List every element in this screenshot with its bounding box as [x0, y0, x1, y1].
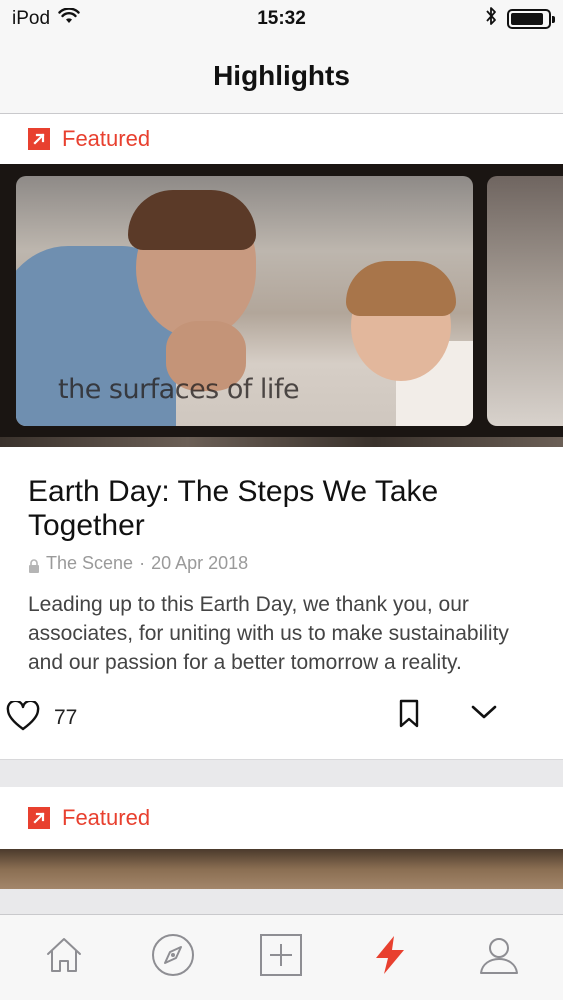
- status-bar: iPod 15:32: [0, 0, 563, 38]
- highlights-feed[interactable]: Featured the surfaces of life Earth Day:…: [0, 114, 563, 914]
- carrier-label: iPod: [12, 8, 51, 29]
- like-count: 77: [54, 706, 78, 729]
- tab-highlights[interactable]: [360, 928, 420, 988]
- arrow-up-right-icon: [28, 807, 50, 829]
- bluetooth-icon: [485, 6, 497, 32]
- featured-badge: Featured: [0, 114, 563, 164]
- lightning-icon: [372, 934, 408, 981]
- compass-icon: [150, 932, 196, 983]
- profile-icon: [478, 934, 520, 981]
- article-hero-image[interactable]: [0, 849, 563, 889]
- article-card[interactable]: Featured: [0, 787, 563, 889]
- meta-separator: ·: [139, 553, 146, 573]
- lock-icon: [28, 557, 40, 573]
- article-card[interactable]: Featured the surfaces of life Earth Day:…: [0, 114, 563, 759]
- article-body: Earth Day: The Steps We Take Together Th…: [0, 447, 563, 677]
- hero-caption: the surfaces of life: [58, 374, 300, 405]
- home-icon: [44, 935, 84, 980]
- article-excerpt: Leading up to this Earth Day, we thank y…: [28, 593, 509, 674]
- article-title[interactable]: Earth Day: The Steps We Take Together: [28, 475, 535, 543]
- tab-bar: [0, 914, 563, 1000]
- wifi-icon: [58, 7, 80, 30]
- article-actions: 77: [0, 677, 563, 759]
- tab-home[interactable]: [34, 928, 94, 988]
- article-meta: The Scene · 20 Apr 2018: [28, 553, 535, 574]
- featured-badge: Featured: [0, 787, 563, 849]
- battery-fill: [511, 13, 544, 25]
- bookmark-button[interactable]: [398, 699, 420, 734]
- status-left: iPod: [12, 7, 80, 30]
- card-separator: [0, 759, 563, 787]
- navigation-bar: Highlights: [0, 38, 563, 114]
- arrow-up-right-icon: [28, 128, 50, 150]
- hero-photo-next: [487, 176, 563, 426]
- chevron-down-icon: [470, 705, 498, 725]
- battery-icon: [507, 9, 555, 29]
- expand-button[interactable]: [470, 703, 498, 726]
- heart-icon: [6, 699, 40, 736]
- tab-explore[interactable]: [143, 928, 203, 988]
- status-time: 15:32: [257, 8, 306, 29]
- bookmark-icon: [398, 699, 420, 733]
- hero-photo: the surfaces of life: [16, 176, 473, 426]
- tab-create[interactable]: [251, 928, 311, 988]
- featured-label: Featured: [62, 126, 151, 151]
- article-date: 20 Apr 2018: [151, 553, 249, 573]
- like-button[interactable]: 77: [6, 699, 78, 736]
- featured-label: Featured: [62, 805, 151, 830]
- add-icon: [258, 932, 304, 983]
- article-hero-image[interactable]: the surfaces of life: [0, 164, 563, 447]
- page-title: Highlights: [213, 59, 350, 91]
- status-right: [485, 6, 555, 32]
- article-source: The Scene: [46, 553, 134, 573]
- tab-profile[interactable]: [469, 928, 529, 988]
